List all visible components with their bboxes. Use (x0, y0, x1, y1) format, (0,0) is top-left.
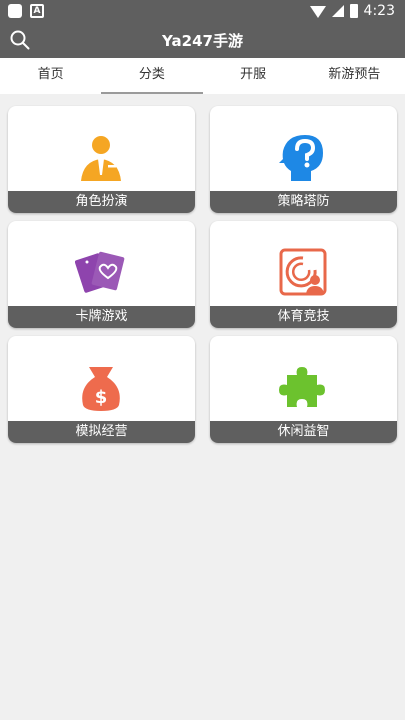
category-card-sports[interactable]: 体育竞技 (210, 221, 397, 328)
status-time: 4:23 (363, 3, 395, 19)
notification-icon (8, 4, 22, 18)
tab-bar: 首页 分类 开服 新游预告 (0, 58, 405, 94)
category-card-cards[interactable]: 卡牌游戏 (8, 221, 195, 328)
page-title: Ya247手游 (162, 32, 243, 50)
category-label: 体育竞技 (210, 306, 397, 328)
category-card-strategy[interactable]: 策略塔防 (210, 106, 397, 213)
cards-icon (75, 251, 125, 293)
sports-icon (279, 248, 327, 296)
money-bag-icon: $ (82, 367, 120, 411)
question-head-icon (279, 135, 323, 181)
category-label: 角色扮演 (8, 191, 195, 213)
puzzle-icon (279, 367, 325, 407)
svg-text:$: $ (95, 387, 108, 408)
status-bar: A 4:23 (0, 0, 405, 22)
category-label: 模拟经营 (8, 421, 195, 443)
category-card-simulation[interactable]: $ 模拟经营 (8, 336, 195, 443)
category-card-rpg[interactable]: 角色扮演 (8, 106, 195, 213)
category-label: 卡牌游戏 (8, 306, 195, 328)
app-notification-icon: A (30, 4, 44, 18)
tab-home[interactable]: 首页 (0, 58, 101, 94)
category-label: 策略塔防 (210, 191, 397, 213)
app-header: Ya247手游 (0, 22, 405, 58)
category-label: 休闲益智 (210, 421, 397, 443)
wifi-icon (309, 5, 326, 18)
tab-server-open[interactable]: 开服 (203, 58, 304, 94)
category-card-casual[interactable]: 休闲益智 (210, 336, 397, 443)
battery-icon (349, 4, 358, 18)
person-icon (81, 136, 121, 181)
tab-categories[interactable]: 分类 (101, 58, 203, 94)
signal-icon (331, 5, 344, 17)
tab-new-games[interactable]: 新游预告 (304, 58, 405, 94)
